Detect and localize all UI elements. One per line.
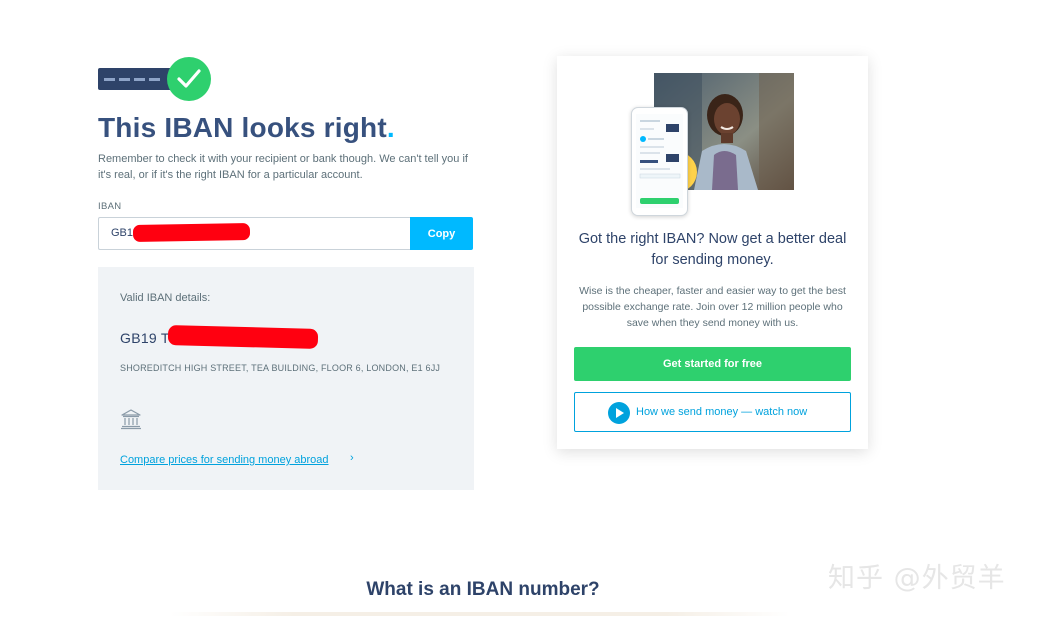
redaction-mark xyxy=(132,222,251,243)
copy-button[interactable]: Copy xyxy=(410,217,473,250)
page-title: This IBAN looks right. xyxy=(98,112,395,143)
faded-text-line xyxy=(170,612,790,616)
play-icon xyxy=(608,402,630,424)
phone-mockup xyxy=(631,107,688,216)
chevron-right-icon[interactable]: › xyxy=(350,452,354,464)
details-heading: Valid IBAN details: xyxy=(120,292,211,304)
promo-card: Got the right IBAN? Now get a better dea… xyxy=(557,56,868,449)
compare-prices-link[interactable]: Compare prices for sending money abroad xyxy=(120,454,329,466)
iban-details-card: Valid IBAN details: GB19 T 81 SHOREDITCH… xyxy=(98,267,474,490)
intro-text: Remember to check it with your recipient… xyxy=(98,153,468,181)
watermark: 知乎 @外贸羊 xyxy=(828,563,1006,594)
section-heading: What is an IBAN number? xyxy=(366,579,600,600)
iban-valid-badge xyxy=(98,57,214,103)
bank-icon xyxy=(120,408,142,430)
get-started-button[interactable]: Get started for free xyxy=(574,347,851,381)
bank-address: SHOREDITCH HIGH STREET, TEA BUILDING, FL… xyxy=(120,363,441,373)
promo-text: Wise is the cheaper, faster and easier w… xyxy=(579,285,846,329)
redaction-mark xyxy=(167,325,319,349)
watch-video-button[interactable]: How we send money — watch now xyxy=(574,392,851,432)
watch-video-label: How we send money — watch now xyxy=(636,406,808,418)
iban-field-label: IBAN xyxy=(98,201,122,212)
promo-heading: Got the right IBAN? Now get a better dea… xyxy=(578,231,847,268)
checkmark-icon xyxy=(167,57,211,101)
